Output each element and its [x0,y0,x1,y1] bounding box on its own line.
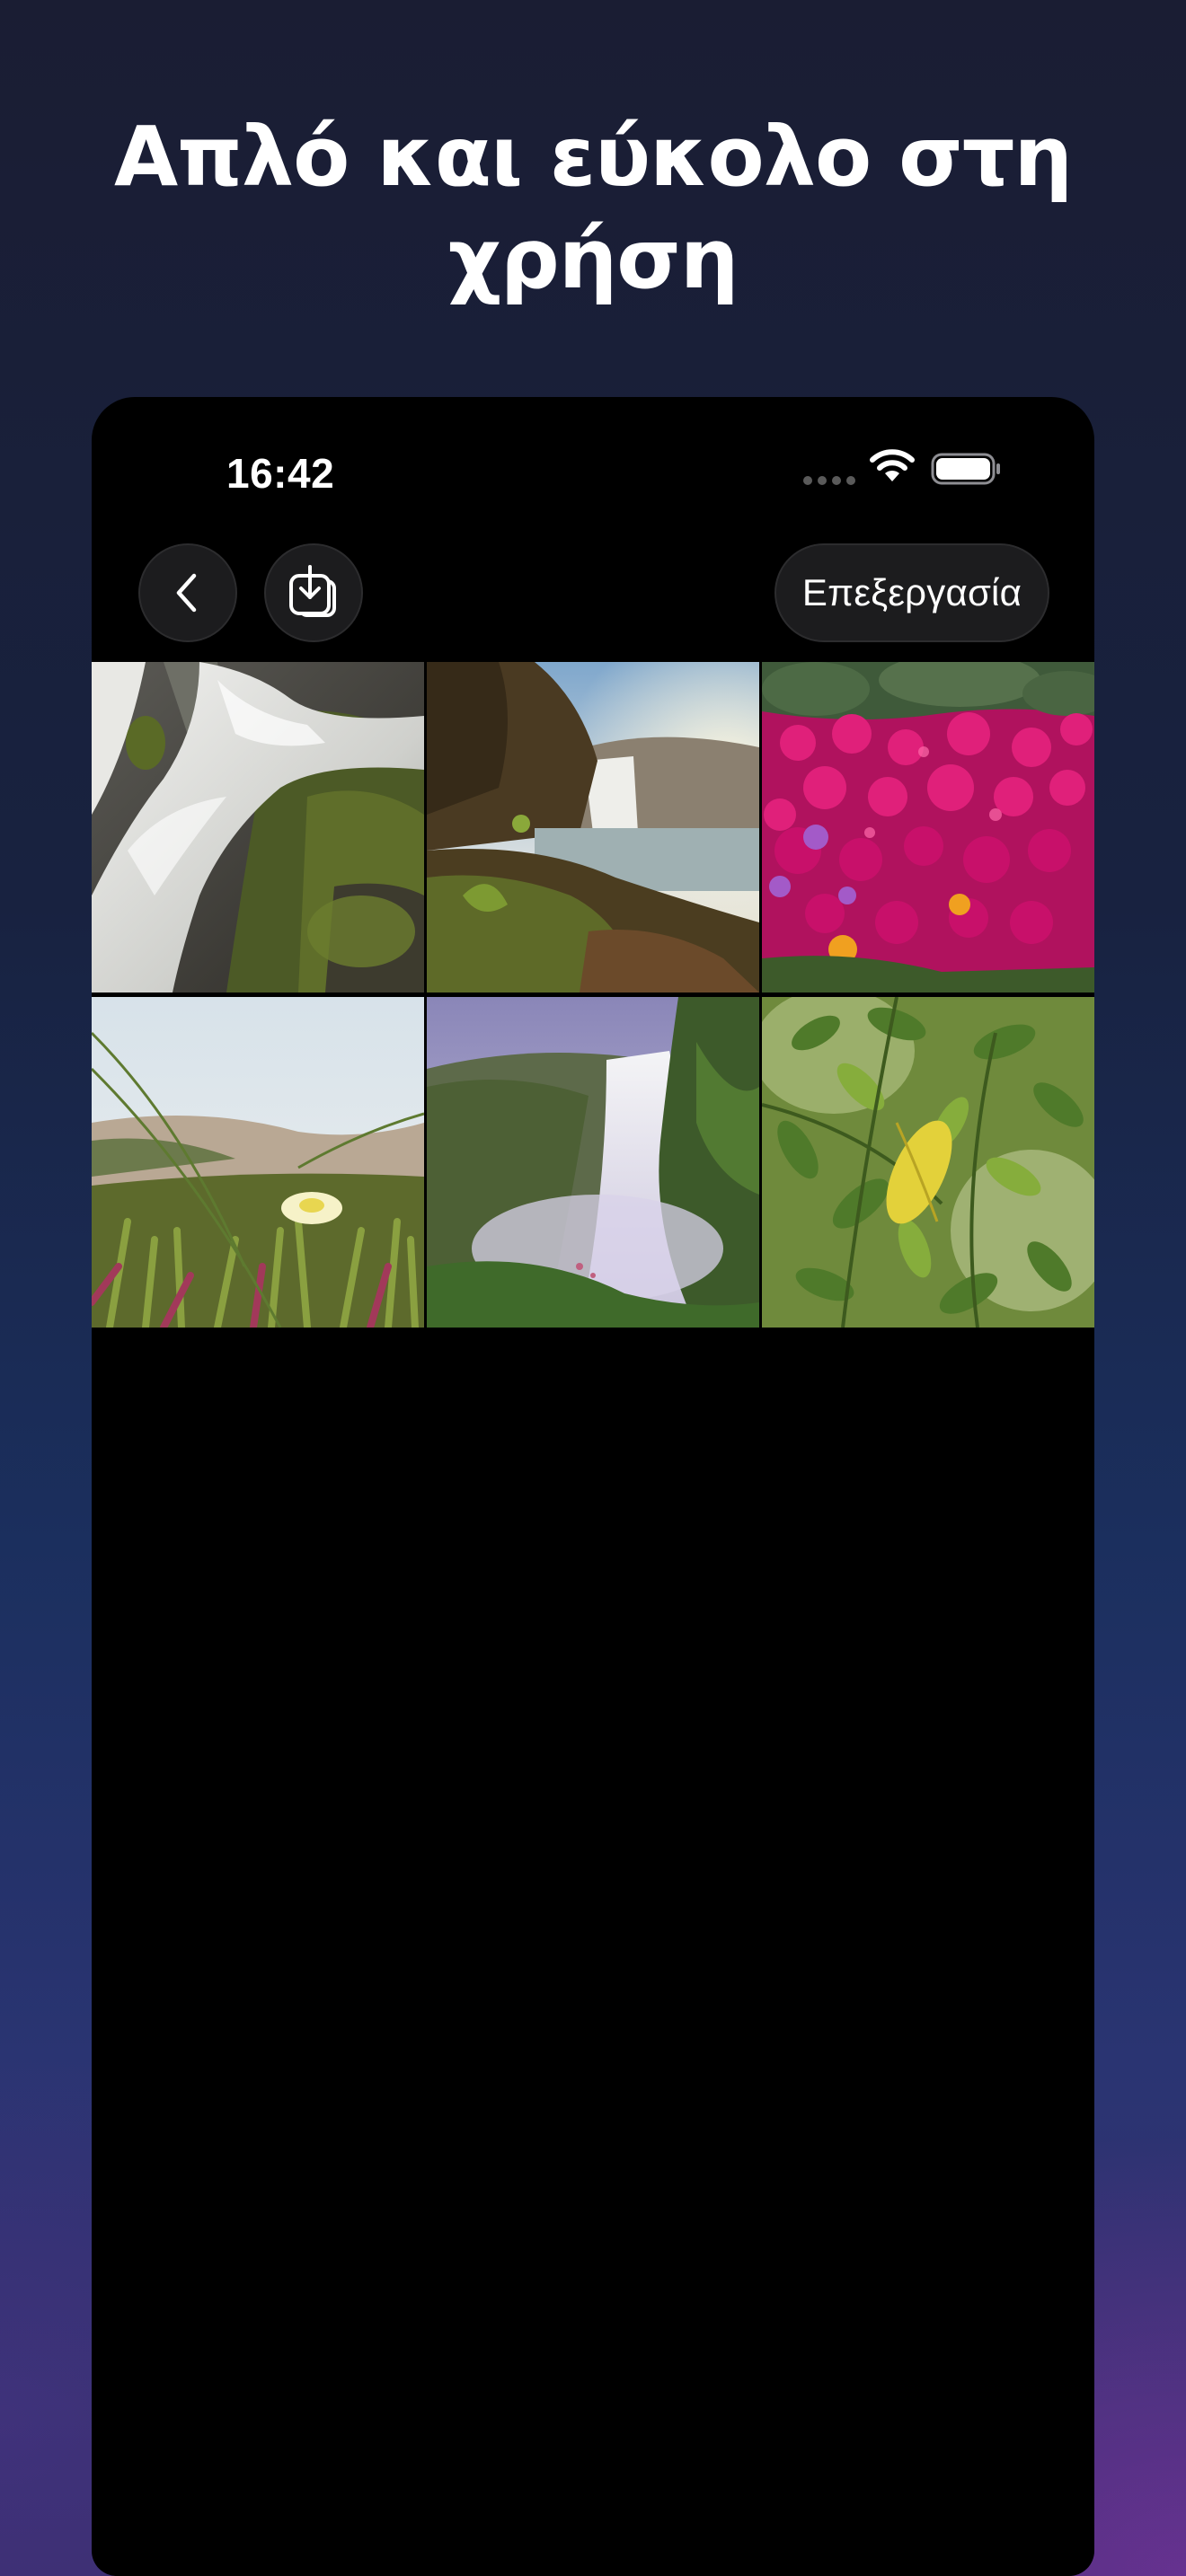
save-download-icon [289,565,336,617]
phone-screen: 16:42 Επεξεργασία [92,397,1094,2576]
photo-thumbnail[interactable] [92,997,424,1328]
photo-thumbnail[interactable] [427,997,759,1328]
photo-thumbnail[interactable] [762,662,1094,992]
headline-line-2: χρήση [447,211,739,307]
chevron-left-icon [176,573,197,613]
battery-icon [931,453,1000,485]
wifi-icon [870,449,915,481]
waterfall-image [92,662,424,992]
photo-thumbnail[interactable] [92,662,424,992]
headline-line-1: Απλό και εύκολο στη [113,109,1073,205]
back-button[interactable] [138,543,237,642]
flower-field-image [762,662,1094,992]
leaves-image [762,997,1094,1328]
page-headline: Απλό και εύκολο στη χρήση [0,106,1186,311]
navigation-bar: Επεξεργασία [92,536,1094,653]
photo-thumbnail[interactable] [762,997,1094,1328]
misty-waterfall-image [427,997,759,1328]
status-time: 16:42 [226,450,335,497]
save-button[interactable] [264,543,363,642]
photo-grid [92,662,1094,1328]
photo-thumbnail[interactable] [427,662,759,992]
waterfall-coast-image [427,662,759,992]
dune-flower-image [92,997,424,1328]
edit-button[interactable]: Επεξεργασία [774,543,1049,642]
status-bar: 16:42 [92,397,1094,541]
cellular-signal-icon [803,476,857,485]
